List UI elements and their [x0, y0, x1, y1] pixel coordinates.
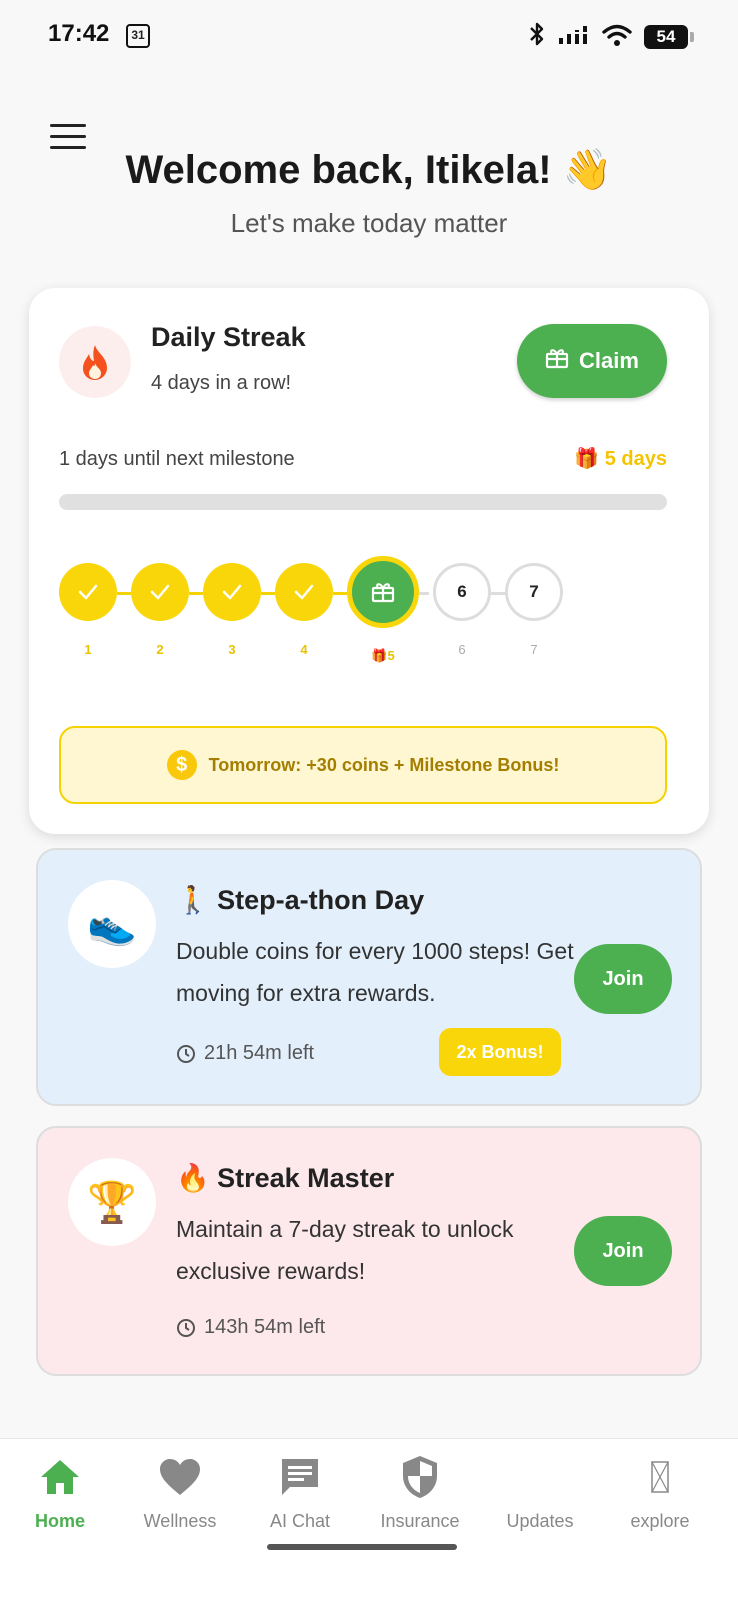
battery-icon: 54 [644, 25, 694, 49]
day-node-2 [131, 563, 189, 621]
day-label-7: 7 [530, 642, 538, 657]
nav-explore[interactable]: explore [600, 1453, 720, 1532]
bonus-text: Tomorrow: +30 coins + Milestone Bonus! [208, 754, 560, 775]
updates-icon [480, 1453, 600, 1501]
chat-icon [240, 1453, 360, 1501]
streak-subtitle: 4 days in a row! [151, 372, 292, 394]
day-node-4 [275, 563, 333, 621]
milestone-progress-bar [59, 494, 667, 510]
challenge-card-step-a-thon: 👟 🚶 Step-a-thon Day Double coins for eve… [36, 848, 702, 1106]
home-indicator [267, 1544, 457, 1550]
page-title: Welcome back, Itikela! 👋 [125, 148, 613, 192]
gift-icon [371, 583, 395, 603]
clock-icon [177, 1044, 195, 1063]
join-button[interactable]: Join [574, 944, 672, 1014]
day-label-3: 3 [228, 642, 236, 657]
challenge-time-left: 21h 54m left [176, 1042, 314, 1065]
streak-days: 6 7 1 2 3 4 🎁5 6 7 [59, 556, 679, 668]
heart-icon [120, 1453, 240, 1501]
challenge-card-streak-master: 🏆 🔥 Streak Master Maintain a 7-day strea… [36, 1126, 702, 1376]
coin-icon: $ [166, 750, 197, 780]
page-subtitle: Let's make today matter [230, 208, 508, 238]
nav-wellness[interactable]: Wellness [120, 1453, 240, 1532]
check-icon [78, 584, 98, 600]
day-label-5: 🎁5 [371, 648, 395, 663]
bluetooth-icon [528, 22, 546, 52]
challenge-title: 🔥 Streak Master [176, 1163, 395, 1193]
check-icon [222, 584, 242, 600]
signal-icon [558, 24, 590, 51]
home-icon [0, 1453, 120, 1501]
daily-streak-card: Daily Streak 4 days in a row! Claim 1 da… [29, 288, 709, 834]
claim-button[interactable]: Claim [517, 324, 667, 398]
tomorrow-bonus-banner: $ Tomorrow: +30 coins + Milestone Bonus! [59, 726, 667, 804]
day-label-6: 6 [458, 642, 466, 657]
explore-icon [600, 1453, 720, 1501]
day-label-1: 1 [84, 642, 92, 657]
shield-icon [360, 1453, 480, 1501]
day-node-3 [203, 563, 261, 621]
day-node-6: 6 [433, 563, 491, 621]
wifi-icon [602, 24, 632, 51]
challenge-title: 🚶 Step-a-thon Day [176, 885, 425, 915]
running-shoe-icon: 👟 [68, 880, 156, 968]
bottom-navigation: Home Wellness AI Chat Insurance Updates … [0, 1438, 738, 1600]
nav-home[interactable]: Home [0, 1453, 120, 1532]
nav-ai-chat[interactable]: AI Chat [240, 1453, 360, 1532]
day-node-5-milestone [347, 556, 419, 628]
streak-title: Daily Streak [151, 322, 306, 352]
nav-updates[interactable]: Updates [480, 1453, 600, 1532]
nav-insurance[interactable]: Insurance [360, 1453, 480, 1532]
fire-icon [59, 326, 131, 398]
bonus-badge: 2x Bonus! [439, 1028, 561, 1076]
challenge-description: Maintain a 7-day streak to unlock exclus… [176, 1216, 514, 1284]
milestone-text: 1 days until next milestone [59, 448, 295, 470]
day-node-1 [59, 563, 117, 621]
status-icons: 54 [528, 22, 694, 52]
check-icon [150, 584, 170, 600]
join-button[interactable]: Join [574, 1216, 672, 1286]
status-time: 17:42 [48, 20, 110, 47]
challenge-time-left: 143h 54m left [176, 1316, 325, 1339]
clock-icon [177, 1318, 195, 1337]
day-label-4: 4 [300, 642, 308, 657]
day-label-2: 2 [156, 642, 164, 657]
claim-label: Claim [579, 348, 639, 373]
trophy-icon: 🏆 [68, 1158, 156, 1246]
calendar-icon: 31 [126, 24, 150, 48]
check-icon [294, 584, 314, 600]
day-node-7: 7 [505, 563, 563, 621]
milestone-target: 🎁 5 days [574, 448, 667, 470]
gift-icon [545, 347, 569, 375]
challenge-description: Double coins for every 1000 steps! Get m… [176, 938, 574, 1006]
status-bar: 17:42 31 54 [0, 0, 738, 72]
